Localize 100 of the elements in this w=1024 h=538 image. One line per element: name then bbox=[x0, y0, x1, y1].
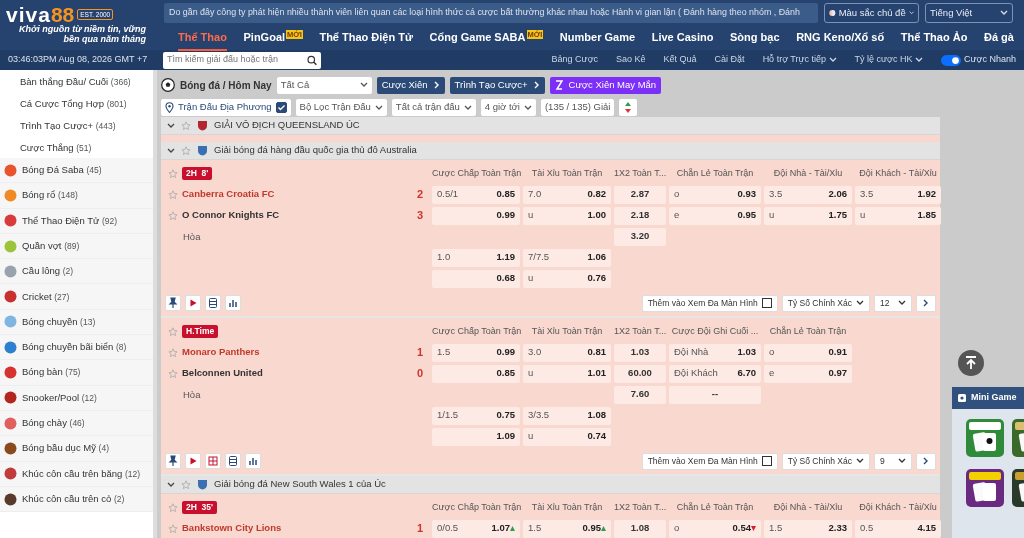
language-select[interactable]: Tiếng Việt bbox=[925, 3, 1013, 24]
odds-cell[interactable]: u 1.75 bbox=[764, 206, 852, 225]
scroll-top-button[interactable] bbox=[958, 350, 984, 376]
odds-cell[interactable]: 7.60 bbox=[614, 385, 666, 404]
odds-cell[interactable]: 1.5 2.33 bbox=[764, 519, 852, 538]
filter-select[interactable]: Bộ Lọc Trận Đấu bbox=[295, 99, 387, 116]
sidebar-item[interactable]: Snooker/Pool (12) bbox=[0, 385, 153, 411]
odds-cell[interactable]: e 0.97 bbox=[764, 364, 852, 383]
multi-view-toggle[interactable]: Thêm vào Xem Đa Màn Hình bbox=[641, 452, 778, 470]
odds-cell[interactable]: 1.5 0.95 bbox=[523, 519, 611, 538]
bar-chart-icon[interactable] bbox=[225, 295, 241, 311]
filter-select[interactable]: 4 giờ tới bbox=[480, 99, 536, 116]
pin-icon[interactable] bbox=[165, 295, 181, 311]
sidebar-item[interactable]: Cá Cược Tổng Hợp (801) bbox=[0, 92, 153, 114]
sidebar-item[interactable]: Bóng rổ (148) bbox=[0, 183, 153, 209]
star-icon[interactable] bbox=[181, 145, 191, 156]
filter-select[interactable]: Tất cả trận đấu bbox=[391, 99, 476, 116]
sidebar-item[interactable]: Cricket (27) bbox=[0, 284, 153, 310]
sidebar-item[interactable]: Bóng bầu dục Mỹ (4) bbox=[0, 436, 153, 462]
sidebar-item[interactable]: Bóng chuyền (13) bbox=[0, 309, 153, 336]
odds-cell[interactable]: 0.68 bbox=[432, 269, 520, 288]
star-icon[interactable] bbox=[168, 502, 178, 513]
nav-tab[interactable]: Number Game bbox=[559, 29, 636, 51]
lucky-parlay-button[interactable]: Cược Xiên May Mắn bbox=[549, 76, 662, 94]
star-icon[interactable] bbox=[168, 168, 178, 179]
star-icon[interactable] bbox=[181, 120, 191, 131]
star-icon[interactable] bbox=[168, 189, 178, 200]
odds-cell[interactable]: 7/7.5 1.06 bbox=[523, 248, 611, 267]
odds-cell[interactable]: 1.0 1.19 bbox=[432, 248, 520, 267]
sort-button[interactable] bbox=[619, 99, 638, 116]
play-icon[interactable] bbox=[185, 453, 201, 469]
odds-cell[interactable]: 1.09 bbox=[432, 427, 520, 446]
toolbar-button[interactable]: Trình Tạo Cược+ bbox=[449, 76, 545, 94]
quick-bet-switch[interactable] bbox=[941, 54, 962, 66]
sidebar-item[interactable]: Khúc côn cầu trên băng (12) bbox=[0, 461, 153, 487]
sidebar-item[interactable]: Bàn thắng Đầu/ Cuối (366) bbox=[0, 70, 153, 92]
star-icon[interactable] bbox=[168, 326, 178, 337]
odds-cell[interactable]: u 1.01 bbox=[523, 364, 611, 383]
list-icon[interactable] bbox=[205, 295, 221, 311]
star-icon[interactable] bbox=[168, 368, 178, 379]
odds-cell[interactable]: 3.5 2.06 bbox=[764, 185, 852, 204]
checkbox[interactable] bbox=[275, 102, 287, 113]
league-header[interactable]: Giải bóng đá hàng đầu quốc gia thủ đô Australia bbox=[161, 142, 940, 160]
checkbox[interactable] bbox=[761, 456, 772, 466]
sidebar-item[interactable]: Bóng chuyền bãi biển (8) bbox=[0, 335, 153, 361]
odds-cell[interactable]: o 0.93 bbox=[669, 185, 761, 204]
odds-cell[interactable]: 0/0.5 1.07 bbox=[432, 519, 520, 538]
market-select[interactable]: Tỷ Số Chính Xác bbox=[781, 294, 870, 312]
odds-cell[interactable]: u 1.85 bbox=[855, 206, 941, 225]
theme-select[interactable]: Màu sắc chủ đề bbox=[824, 3, 919, 24]
sidebar-item[interactable]: Bóng Đá Saba (45) bbox=[0, 158, 153, 184]
odds-cell[interactable]: -- bbox=[669, 385, 761, 404]
odds-cell[interactable]: u 0.76 bbox=[523, 269, 611, 288]
odds-cell[interactable]: u 0.74 bbox=[523, 427, 611, 446]
odds-cell[interactable]: Đội Khách 6.70 bbox=[669, 364, 761, 383]
odds-cell[interactable]: 0.5/1 0.85 bbox=[432, 185, 520, 204]
search-icon[interactable] bbox=[306, 54, 317, 66]
star-icon[interactable] bbox=[168, 523, 178, 534]
multi-view-toggle[interactable]: Thêm vào Xem Đa Màn Hình bbox=[641, 294, 778, 312]
odds-cell[interactable]: u 1.00 bbox=[523, 206, 611, 225]
header-link[interactable]: Bảng Cược bbox=[551, 53, 599, 67]
odds-cell[interactable]: 7.0 0.82 bbox=[523, 185, 611, 204]
search-field[interactable]: Tìm kiếm giải đấu hoặc trận bbox=[163, 51, 321, 69]
odds-cell[interactable]: 1.08 bbox=[614, 519, 666, 538]
play-icon[interactable] bbox=[185, 295, 201, 311]
next-button[interactable] bbox=[916, 294, 936, 312]
odds-cell[interactable]: 0.85 bbox=[432, 364, 520, 383]
star-icon[interactable] bbox=[168, 347, 178, 358]
sidebar-item[interactable]: Cầu lông (2) bbox=[0, 259, 153, 285]
odds-cell[interactable]: 2.87 bbox=[614, 185, 666, 204]
odds-cell[interactable]: 3/3.5 1.08 bbox=[523, 406, 611, 425]
odds-cell[interactable]: 1.03 bbox=[614, 343, 666, 362]
sidebar-item[interactable]: Bóng chày (46) bbox=[0, 410, 153, 437]
odds-cell[interactable]: Đội Nhà 1.03 bbox=[669, 343, 761, 362]
league-header[interactable]: Giải bóng đá New South Wales 1 của Úc bbox=[161, 476, 940, 494]
header-link[interactable]: Hỗ trợ Trực tiếp bbox=[762, 53, 837, 67]
grid-icon[interactable] bbox=[205, 453, 221, 469]
odds-cell[interactable]: 1.5 0.99 bbox=[432, 343, 520, 362]
odds-cell[interactable]: o 0.91 bbox=[764, 343, 852, 362]
sidebar-item[interactable]: Quần vợt (89) bbox=[0, 233, 153, 260]
next-button[interactable] bbox=[916, 452, 936, 470]
odds-cell[interactable]: 0.5 4.15 bbox=[855, 519, 941, 538]
count-select[interactable]: 12 bbox=[874, 294, 912, 312]
header-link[interactable]: Sao Kê bbox=[616, 53, 646, 67]
sidebar-item[interactable]: Bóng bàn (75) bbox=[0, 360, 153, 386]
nav-tab[interactable]: Sòng bạc bbox=[730, 29, 780, 51]
header-link[interactable]: Kết Quả bbox=[663, 53, 697, 67]
odds-cell[interactable]: e 0.95 bbox=[669, 206, 761, 225]
star-icon[interactable] bbox=[181, 479, 191, 490]
nav-tab[interactable]: Đá gà bbox=[984, 29, 1014, 51]
league-header[interactable]: GIẢI VÔ ĐỊCH QUEENSLAND ÚC bbox=[161, 117, 940, 135]
bar-chart-icon[interactable] bbox=[245, 453, 261, 469]
header-link[interactable]: Tỷ lệ cược HK bbox=[854, 53, 924, 67]
market-select[interactable]: Tỷ Số Chính Xác bbox=[781, 452, 870, 470]
nav-tab[interactable]: Thể Thao Ảo bbox=[900, 29, 968, 51]
sidebar-item[interactable]: Khúc côn cầu trên cỏ (2) bbox=[0, 486, 153, 513]
checkbox[interactable] bbox=[761, 298, 772, 308]
header-link[interactable]: Cài Đặt bbox=[714, 53, 745, 67]
star-icon[interactable] bbox=[168, 210, 178, 221]
odds-cell[interactable]: 0.99 bbox=[432, 206, 520, 225]
